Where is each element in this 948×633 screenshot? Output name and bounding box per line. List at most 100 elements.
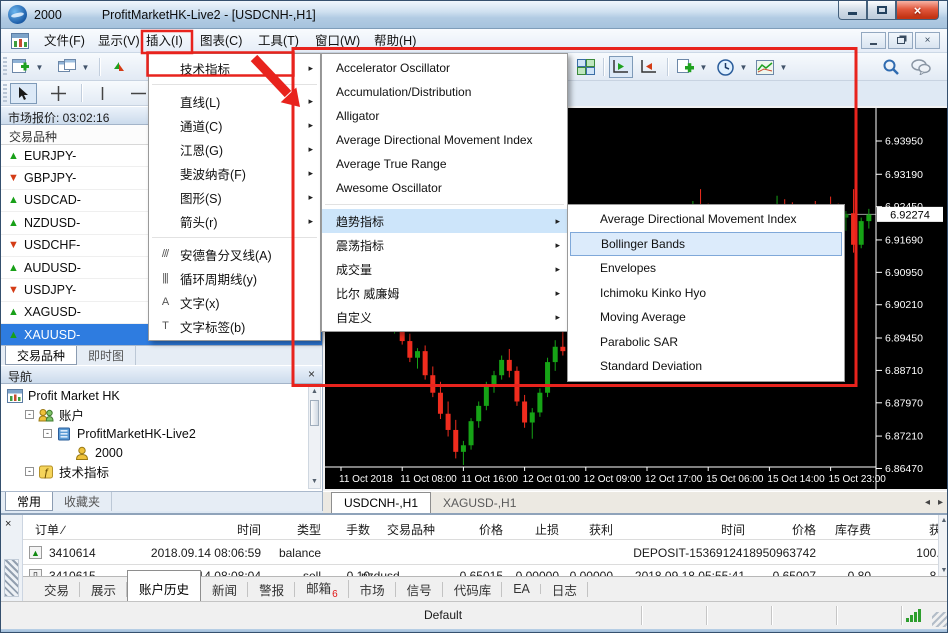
menu-item[interactable]: Envelopes [568, 256, 844, 281]
menubar-item-7[interactable]: 帮助(H) [371, 31, 419, 51]
tree-expander[interactable]: - [25, 467, 34, 476]
crosshair-tool-button[interactable] [45, 83, 72, 104]
menu-item[interactable]: 直线(L)▸ [149, 89, 320, 113]
menubar-item-5[interactable]: 工具(T) [255, 31, 302, 51]
menu-item[interactable]: Accumulation/Distribution [322, 80, 567, 104]
child-restore-button[interactable] [888, 32, 913, 49]
menu-item[interactable]: 成交量▸ [322, 257, 567, 281]
add-indicator-dropdown[interactable]: ▼ [698, 56, 709, 78]
terminal-close-icon[interactable]: × [5, 518, 11, 530]
tree-expander[interactable]: - [25, 410, 34, 419]
market-watch-button[interactable] [107, 56, 131, 78]
menu-item[interactable]: 自定义▸ [322, 305, 567, 329]
toolbar-grip[interactable] [3, 57, 7, 76]
menu-item[interactable]: Average Directional Movement Index [322, 128, 567, 152]
menu-item[interactable]: ///安德鲁分叉线(A) [149, 242, 320, 266]
add-indicator-button[interactable] [673, 56, 697, 78]
new-order-button[interactable] [9, 56, 33, 78]
menu-item[interactable]: Alligator [322, 104, 567, 128]
toolbar-grip[interactable] [3, 84, 7, 103]
menu-item[interactable]: Average True Range [322, 152, 567, 176]
market-watch-tab[interactable]: 交易品种 [5, 346, 77, 365]
menu-item[interactable]: 斐波纳奇(F)▸ [149, 161, 320, 185]
chat-button[interactable] [909, 56, 933, 78]
menu-item[interactable]: Moving Average [568, 305, 844, 330]
terminal-tab[interactable]: EA [502, 579, 541, 599]
market-watch-tab[interactable]: 即时图 [77, 346, 136, 365]
scrollbar-thumb[interactable] [310, 400, 319, 426]
terminal-tab[interactable]: 代码库 [443, 577, 503, 602]
tab-scroll-right-icon[interactable]: ▸ [938, 497, 943, 508]
navigator-scrollbar[interactable]: ▲ ▼ [308, 385, 321, 489]
terminal-tab[interactable]: 警报 [248, 577, 295, 602]
navigator-header[interactable]: 导航 × [1, 365, 322, 384]
menu-item[interactable]: Parabolic SAR [568, 330, 844, 355]
menu-item[interactable]: |||循环周期线(y) [149, 266, 320, 290]
terminal-tab[interactable]: 日志 [541, 577, 588, 602]
menu-item[interactable]: 技术指标▸ [149, 56, 320, 80]
tree-item[interactable]: Profit Market HK [1, 386, 308, 405]
menu-item[interactable]: Accelerator Oscillator [322, 56, 567, 80]
cursor-tool-button[interactable] [10, 83, 37, 104]
templates-dropdown[interactable]: ▼ [778, 56, 789, 78]
chart-shift-button[interactable] [637, 56, 661, 78]
navigator-tab[interactable]: 收藏夹 [53, 492, 112, 511]
menu-item[interactable]: T文字标签(b) [149, 314, 320, 338]
scroll-down-icon[interactable]: ▼ [309, 476, 320, 488]
menu-item[interactable]: 箭头(r)▸ [149, 209, 320, 233]
child-close-button[interactable]: × [915, 32, 940, 49]
child-minimize-button[interactable] [861, 32, 886, 49]
terminal-tab[interactable]: 展示 [80, 577, 127, 602]
tree-item[interactable]: 2000 [1, 443, 308, 462]
auto-scroll-button[interactable] [609, 56, 633, 78]
menu-item[interactable]: 江恩(G)▸ [149, 137, 320, 161]
menubar-item-4[interactable]: 图表(C) [197, 31, 245, 51]
menubar-item-6[interactable]: 窗口(W) [312, 31, 363, 51]
terminal-tab[interactable]: 信号 [396, 577, 443, 602]
terminal-tab[interactable]: 账户历史 [127, 570, 201, 602]
periods-button[interactable] [713, 56, 737, 78]
tree-expander[interactable]: - [43, 429, 52, 438]
close-button[interactable]: × [896, 1, 939, 20]
menu-item[interactable]: 图形(S)▸ [149, 185, 320, 209]
terminal-grip[interactable] [4, 559, 19, 597]
tree-item[interactable]: -账户 [1, 405, 308, 424]
search-button[interactable] [879, 56, 903, 78]
menubar-item-3[interactable]: 插入(I) [143, 31, 186, 51]
profiles-dropdown[interactable]: ▼ [80, 56, 91, 78]
profiles-button[interactable] [55, 56, 79, 78]
maximize-button[interactable] [867, 1, 896, 20]
scroll-down-icon[interactable]: ▼ [939, 565, 948, 576]
menu-item[interactable]: Ichimoku Kinko Hyo [568, 281, 844, 306]
menu-item[interactable]: Bollinger Bands [570, 232, 842, 257]
menu-item[interactable]: 趋势指标▸ [322, 209, 567, 233]
menu-item[interactable]: A文字(x) [149, 290, 320, 314]
menu-item[interactable]: 通道(C)▸ [149, 113, 320, 137]
menu-item[interactable]: 比尔 威廉姆▸ [322, 281, 567, 305]
menu-item[interactable]: Awesome Oscillator [322, 176, 567, 200]
tree-item[interactable]: -ProfitMarketHK-Live2 [1, 424, 308, 443]
menubar-item-1[interactable]: 文件(F) [41, 31, 88, 51]
terminal-tab[interactable]: 市场 [349, 577, 396, 602]
terminal-scrollbar[interactable]: ▲ ▼ [938, 515, 948, 576]
resize-grip[interactable] [932, 612, 947, 627]
navigator-tab[interactable]: 常用 [5, 492, 53, 511]
periods-dropdown[interactable]: ▼ [738, 56, 749, 78]
vertical-line-tool-button[interactable] [89, 83, 116, 104]
chart-tab[interactable]: XAGUSD-,H1 [431, 493, 528, 513]
scroll-up-icon[interactable]: ▲ [309, 386, 320, 398]
terminal-tab[interactable]: 新闻 [201, 577, 248, 602]
templates-button[interactable] [753, 56, 777, 78]
tile-windows-button[interactable] [574, 56, 598, 78]
menubar-item-2[interactable]: 显示(V) [95, 31, 143, 51]
menu-item[interactable]: Standard Deviation [568, 354, 844, 379]
chart-tab[interactable]: USDCNH-,H1 [331, 492, 431, 513]
scroll-up-icon[interactable]: ▲ [939, 515, 948, 526]
terminal-tab[interactable]: 交易 [33, 577, 80, 602]
menu-item[interactable]: Average Directional Movement Index [568, 207, 844, 232]
menu-item[interactable]: 震荡指标▸ [322, 233, 567, 257]
minimize-button[interactable] [838, 1, 867, 20]
terminal-tab[interactable]: 邮箱6 [295, 575, 349, 603]
tab-scroll-left-icon[interactable]: ◂ [925, 497, 930, 508]
navigator-close-icon[interactable]: × [308, 368, 315, 381]
